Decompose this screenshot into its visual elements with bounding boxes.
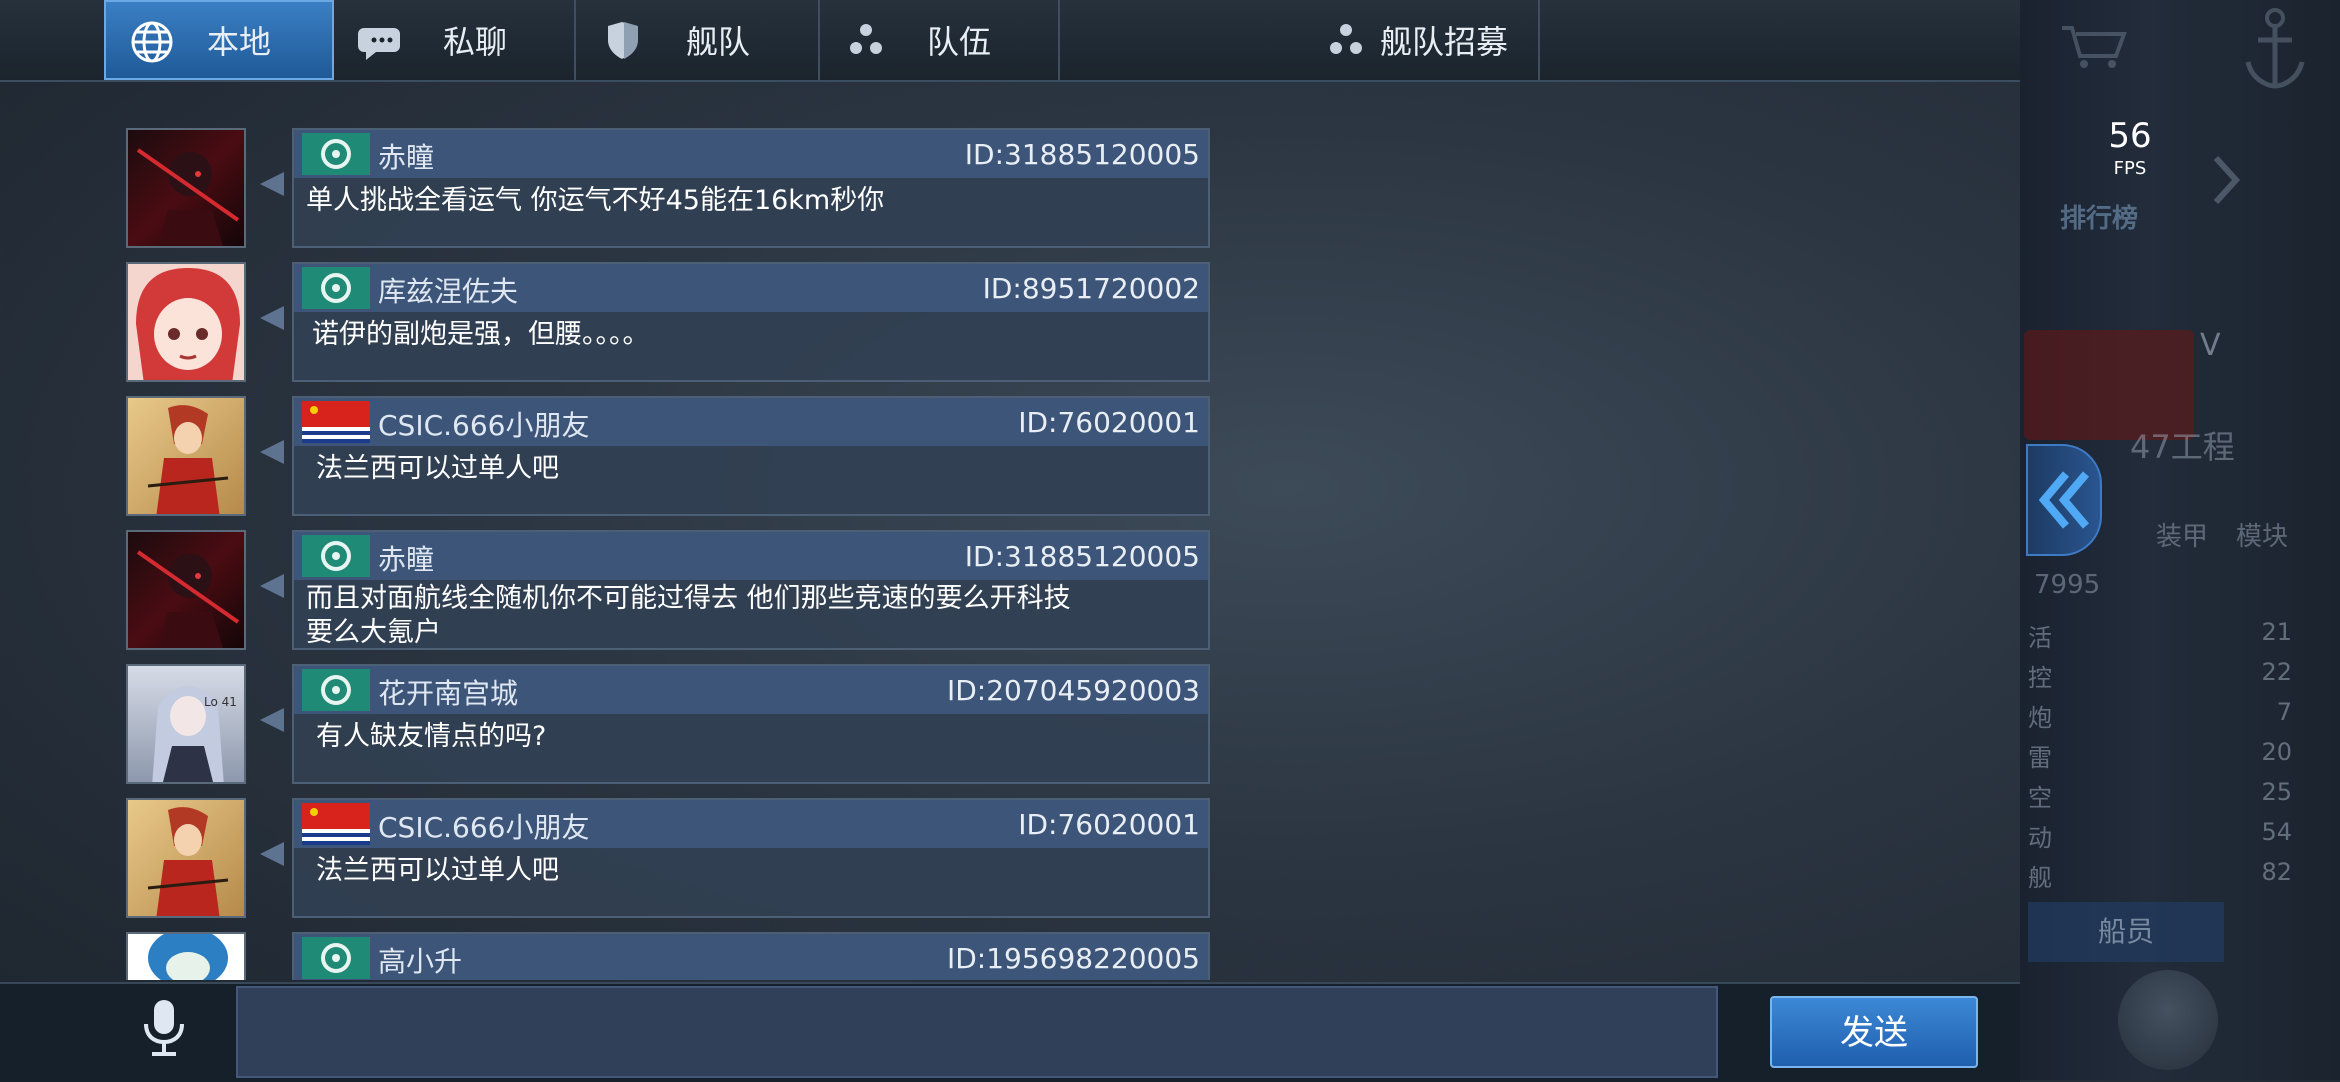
sender-id: ID:195698220005 [946,942,1200,975]
stat-row: 动 54 [2028,818,2292,852]
bubble-pointer [260,574,284,598]
fleet-flag-icon [302,535,370,577]
avatar[interactable]: Lo 41 [126,664,246,784]
list-item: CSIC.666小朋友 ID:76020001 法兰西可以过单人吧 [0,396,1215,526]
microphone-icon[interactable] [136,998,192,1058]
ship-name: 47工程 [2130,428,2235,466]
list-item: 库兹涅佐夫 ID:8951720002 诺伊的副炮是强，但腰。。。。 [0,262,1215,392]
avatar[interactable] [126,128,246,248]
chat-bubble[interactable]: 库兹涅佐夫 ID:8951720002 诺伊的副炮是强，但腰。。。。 [292,262,1210,382]
tab-fleet-label: 舰队 [685,23,750,61]
bubble-header: 花开南宫城 ID:207045920003 [294,666,1208,714]
stat-row: 舰 82 [2028,858,2292,892]
sender-name[interactable]: 赤瞳 [378,136,434,176]
collapse-chat-button[interactable] [2026,444,2102,556]
china-navy-flag-icon [302,803,370,845]
fps-label: FPS [2113,158,2147,179]
list-item: Lo 41 花开南宫城 ID:207045920003 有人缺友情点的吗? [0,664,1215,794]
bubble-header: 赤瞳 ID:31885120005 [294,130,1208,178]
tab-team-label: 队伍 [926,23,991,61]
stat-row: 活 21 [2028,618,2292,652]
sender-name[interactable]: CSIC.666小朋友 [378,404,589,444]
sender-id: ID:8951720002 [982,272,1200,305]
china-navy-flag-icon [302,401,370,443]
chat-bubble[interactable]: CSIC.666小朋友 ID:76020001 法兰西可以过单人吧 [292,798,1210,918]
ship-total-value: 7995 [2034,570,2101,600]
anchor-icon[interactable] [2240,4,2310,94]
fleet-flag-icon [302,267,370,309]
list-item: 赤瞳 ID:31885120005 单人挑战全看运气 你运气不好45能在16km… [0,128,1215,258]
sender-id: ID:207045920003 [946,674,1200,707]
list-item: 高小升 ID:195698220005 [0,932,1215,980]
svg-text:Lo 41: Lo 41 [204,695,237,709]
double-chevron-left-icon [2038,471,2090,529]
chat-bubble[interactable]: 花开南宫城 ID:207045920003 有人缺友情点的吗? [292,664,1210,784]
tab-private-label: 私聊 [442,23,507,61]
list-item: CSIC.666小朋友 ID:76020001 法兰西可以过单人吧 [0,798,1215,928]
chevron-right-icon[interactable] [2206,150,2246,210]
message-text: 有人缺友情点的吗? [316,721,547,752]
chat-message-list[interactable]: 赤瞳 ID:31885120005 单人挑战全看运气 你运气不好45能在16km… [0,82,1215,980]
tab-team[interactable]: 队伍 [820,0,1060,80]
sender-name[interactable]: 库兹涅佐夫 [378,270,518,310]
chat-text-input[interactable] [236,986,1718,1078]
captain-avatar[interactable] [2118,970,2218,1070]
bubble-header: 赤瞳 ID:31885120005 [294,532,1208,580]
crew-button[interactable]: 船员 [2028,902,2224,962]
sender-name[interactable]: 高小升 [378,940,462,980]
tab-local[interactable]: 本地 [104,0,334,80]
bubble-pointer [260,306,284,330]
sender-id: ID:31885120005 [964,540,1200,573]
sender-name[interactable]: 赤瞳 [378,538,434,578]
message-text: 诺伊的副炮是强，但腰。。。。 [312,319,650,350]
fleet-flag-icon [302,133,370,175]
module-label[interactable]: 模块 [2236,516,2288,553]
stat-row: 炮7 [2028,698,2292,732]
sender-name[interactable]: 花开南宫城 [378,672,518,712]
chat-bubble[interactable]: 赤瞳 ID:31885120005 而且对面航线全随机你不可能过得去 他们那些竞… [292,530,1210,650]
armor-label[interactable]: 装甲 [2156,516,2208,553]
sender-id: ID:76020001 [1018,406,1200,439]
message-text: 法兰西可以过单人吧 [316,855,559,886]
message-text: 而且对面航线全随机你不可能过得去 他们那些竞速的要么开科技 要么大氪户 [306,583,1071,648]
tab-recruit-label: 舰队招募 [1380,23,1509,61]
chat-bubble[interactable]: CSIC.666小朋友 ID:76020001 法兰西可以过单人吧 [292,396,1210,516]
shop-cart-icon[interactable] [2058,22,2128,70]
bubble-header: 高小升 ID:195698220005 [294,934,1208,980]
tab-fleet-recruit[interactable]: 舰队招募 [1060,0,1540,80]
sender-id: ID:76020001 [1018,808,1200,841]
stat-row: 雷 20 [2028,738,2292,772]
avatar[interactable] [126,932,246,980]
bubble-header: 库兹涅佐夫 ID:8951720002 [294,264,1208,312]
stat-row: 空 25 [2028,778,2292,812]
avatar[interactable] [126,530,246,650]
tab-fleet[interactable]: 舰队 [578,0,820,80]
sender-id: ID:31885120005 [964,138,1200,171]
leaderboard-label[interactable]: 排行榜 [2060,198,2138,235]
bubble-pointer [260,172,284,196]
tab-private[interactable]: 私聊 [336,0,576,80]
message-text: 法兰西可以过单人吧 [316,453,559,484]
fleet-flag-icon [302,669,370,711]
message-text: 单人挑战全看运气 你运气不好45能在16km秒你 [306,185,885,216]
bubble-pointer [260,842,284,866]
bubble-header: CSIC.666小朋友 ID:76020001 [294,800,1208,848]
tab-local-label: 本地 [206,23,271,61]
bubble-header: CSIC.666小朋友 ID:76020001 [294,398,1208,446]
avatar[interactable] [126,396,246,516]
chat-bubble[interactable]: 赤瞳 ID:31885120005 单人挑战全看运气 你运气不好45能在16km… [292,128,1210,248]
ship-grade: V [2200,328,2221,363]
chat-bubble[interactable]: 高小升 ID:195698220005 [292,932,1210,980]
avatar[interactable] [126,262,246,382]
bubble-pointer [260,440,284,464]
send-button[interactable]: 发送 [1770,996,1978,1068]
list-item: 赤瞳 ID:31885120005 而且对面航线全随机你不可能过得去 他们那些竞… [0,530,1215,660]
fleet-flag-icon [302,937,370,979]
avatar[interactable] [126,798,246,918]
bubble-pointer [260,708,284,732]
fps-value: 56 [2108,116,2152,156]
sender-name[interactable]: CSIC.666小朋友 [378,806,589,846]
stat-row: 控 22 [2028,658,2292,692]
